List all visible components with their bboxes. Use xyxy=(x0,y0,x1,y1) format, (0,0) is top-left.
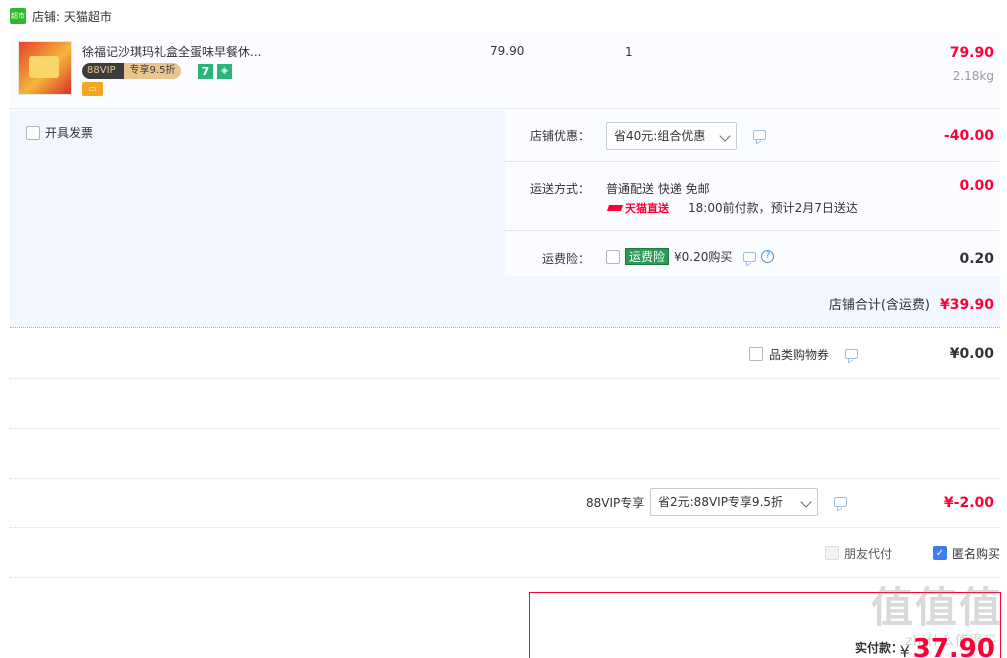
invoice-option[interactable]: 开具发票 xyxy=(26,124,93,141)
divider xyxy=(505,230,1000,231)
help-icon[interactable]: ? xyxy=(761,250,775,263)
vip-discount-row: 88VIP专享 省2元:88VIP专享9.5折 ¥-2.00 xyxy=(10,478,1000,528)
order-options-block: 开具发票 店铺优惠： 省40元:组合优惠 -40.00 运送方式： 普通配送 快… xyxy=(10,110,1000,328)
vip-discount-label: 88VIP专享 xyxy=(586,496,645,510)
anonymous-checkbox[interactable]: ✓ xyxy=(933,546,947,560)
final-payment-currency: ¥ xyxy=(899,642,910,658)
final-payment-value: 37.90 xyxy=(912,634,995,658)
message-icon[interactable] xyxy=(845,349,859,359)
product-title-link[interactable]: 徐福记沙琪玛礼盒全蛋味早餐休... xyxy=(82,43,261,60)
category-coupon-option[interactable]: 品类购物券 xyxy=(749,329,859,379)
message-icon[interactable] xyxy=(743,251,757,262)
shop-header: 超市 店铺: 天猫超市 xyxy=(10,6,112,26)
message-icon[interactable] xyxy=(753,130,766,140)
vip-discount-tag: 88VIP 专享9.5折 xyxy=(82,63,182,79)
product-thumbnail[interactable] xyxy=(18,41,72,95)
chevron-down-icon xyxy=(800,496,812,508)
shipping-label: 运送方式： xyxy=(530,182,591,196)
options-panel: 店铺优惠： 省40元:组合优惠 -40.00 运送方式： 普通配送 快递 免邮 … xyxy=(505,110,1000,276)
seven-day-return-icon[interactable]: 7 xyxy=(198,64,213,79)
store-total: 店铺合计(含运费) ¥39.90 xyxy=(829,294,994,313)
unit-price: 79.90 xyxy=(490,44,525,58)
empty-row xyxy=(10,429,1000,479)
shop-name-link[interactable]: 店铺: 天猫超市 xyxy=(32,8,112,25)
vip-tag-left: 88VIP xyxy=(82,63,124,79)
friend-pay-label: 朋友代付 xyxy=(844,546,893,561)
chevron-down-icon xyxy=(719,130,731,142)
shipping-method: 普通配送 快递 免邮 xyxy=(606,182,710,196)
vip-discount-select[interactable]: 省2元:88VIP专享9.5折 xyxy=(650,488,818,516)
supermarket-icon: 超市 xyxy=(10,8,26,24)
tmall-direct-text: 天猫直送 xyxy=(625,202,669,215)
vip-discount-amount: ¥-2.00 xyxy=(943,495,994,511)
order-item-row: 徐福记沙琪玛礼盒全蛋味早餐休... 88VIP 专享9.5折 7 ◈ ▭ 79.… xyxy=(10,33,1000,109)
credit-card-icon[interactable]: ▭ xyxy=(82,82,103,96)
vip-discount-value: 省2元:88VIP专享9.5折 xyxy=(658,495,784,509)
item-weight: 2.18kg xyxy=(952,69,994,83)
category-coupon-amount: ¥0.00 xyxy=(949,346,994,362)
insurance-tag: 运费险 xyxy=(625,248,670,265)
insurance-price: ¥0.20购买 xyxy=(674,250,733,264)
store-discount-amount: -40.00 xyxy=(943,128,994,144)
guarantee-icon[interactable]: ◈ xyxy=(217,64,232,79)
item-subtotal: 79.90 xyxy=(949,45,994,61)
category-coupon-checkbox[interactable] xyxy=(749,347,763,361)
store-discount-select[interactable]: 省40元:组合优惠 xyxy=(606,122,737,150)
store-total-label: 店铺合计(含运费) xyxy=(828,298,930,313)
tmall-logo-icon xyxy=(606,205,624,211)
final-payment-label: 实付款： xyxy=(854,641,903,655)
invoice-checkbox[interactable] xyxy=(26,125,40,140)
insurance-amount: 0.20 xyxy=(959,251,994,267)
shipping-amount: 0.00 xyxy=(959,178,994,194)
insurance-label: 运费险： xyxy=(542,252,591,266)
store-total-value: ¥39.90 xyxy=(939,297,994,313)
empty-row xyxy=(10,379,1000,429)
anonymous-option[interactable]: ✓ 匿名购买 xyxy=(933,528,1000,578)
store-discount-label: 店铺优惠： xyxy=(530,129,591,143)
insurance-option[interactable]: 运费险 ¥0.20购买 ? xyxy=(606,248,775,265)
category-coupon-label: 品类购物券 xyxy=(769,347,830,362)
final-payment-amount: ¥37.90 xyxy=(900,634,995,658)
category-coupon-row: 品类购物券 ¥0.00 xyxy=(10,329,1000,379)
invoice-label: 开具发票 xyxy=(45,126,94,140)
divider xyxy=(505,161,1000,162)
tmall-direct-logo: 天猫直送 xyxy=(606,200,669,216)
friend-pay-checkbox[interactable] xyxy=(825,546,839,560)
quantity: 1 xyxy=(625,45,633,59)
friend-pay-option[interactable]: 朋友代付 xyxy=(825,528,892,578)
pay-options-row: 朋友代付 ✓ 匿名购买 xyxy=(10,528,1000,578)
vip-tag-right: 专享9.5折 xyxy=(123,63,182,79)
shipping-eta: 18:00前付款，预计2月7日送达 xyxy=(688,201,858,215)
insurance-checkbox[interactable] xyxy=(606,249,620,264)
anonymous-label: 匿名购买 xyxy=(952,546,1001,561)
message-icon[interactable] xyxy=(834,497,847,507)
store-discount-value: 省40元:组合优惠 xyxy=(614,129,706,143)
